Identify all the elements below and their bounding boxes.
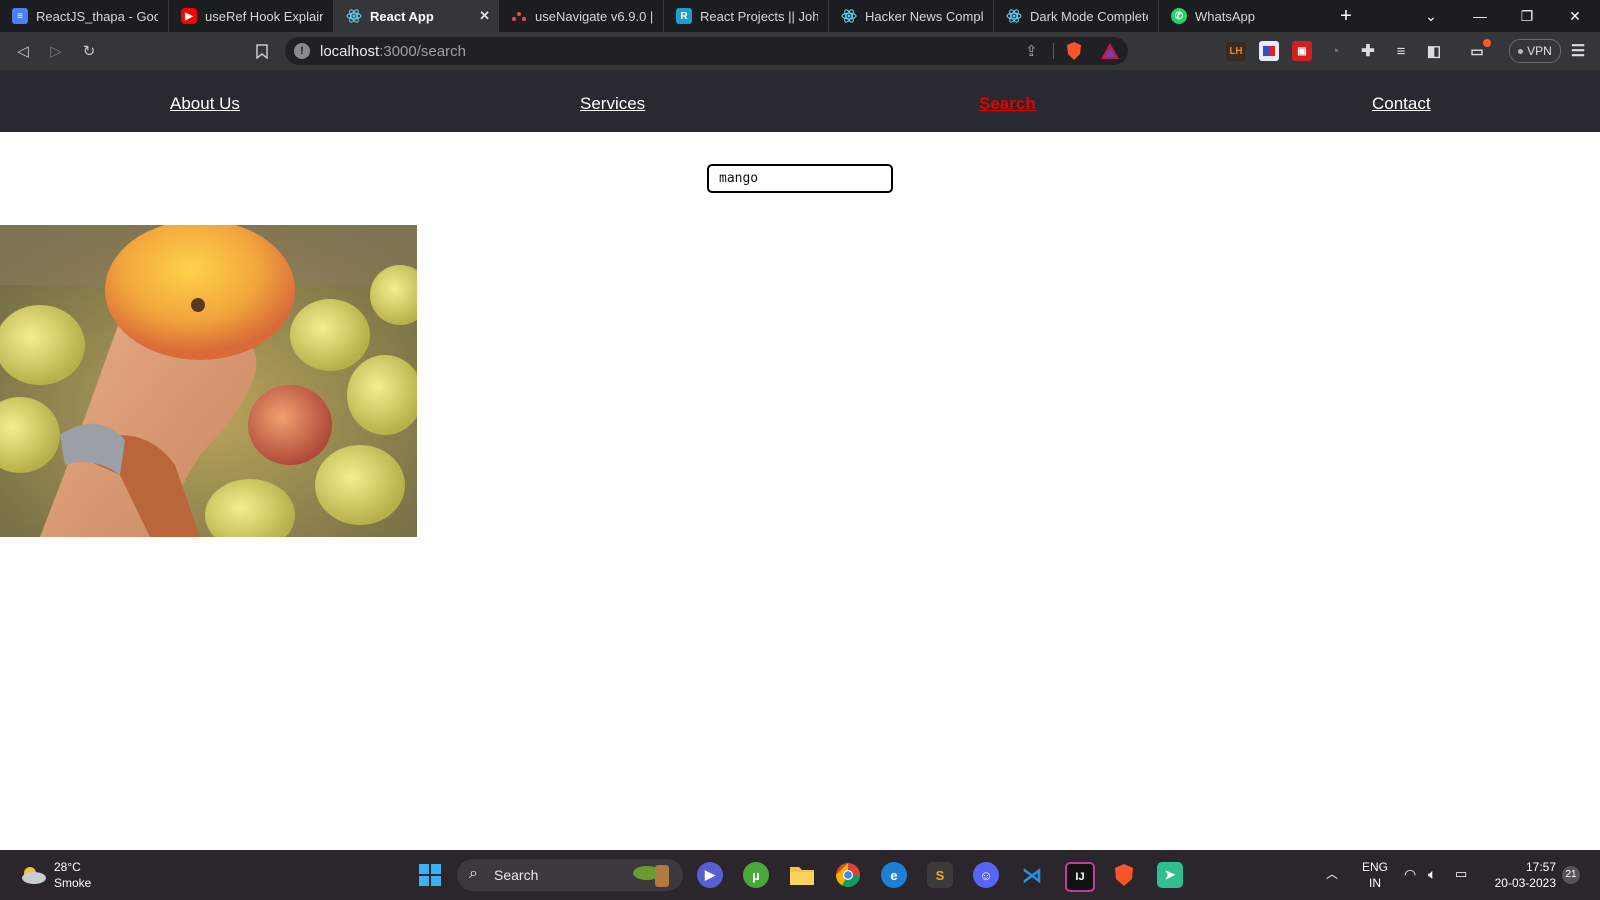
search-highlight-icon: [629, 861, 679, 889]
tab-whatsapp[interactable]: ✆ WhatsApp: [1159, 0, 1324, 32]
wifi-icon[interactable]: ◠: [1404, 866, 1416, 882]
react-router-icon: [511, 8, 527, 24]
brave-shields-icon[interactable]: [1065, 41, 1083, 66]
site-info-icon[interactable]: !: [294, 43, 310, 59]
notification-badge[interactable]: 21: [1562, 866, 1580, 884]
puzzle-extensions-icon[interactable]: ✚: [1358, 41, 1378, 61]
bookmark-icon[interactable]: [252, 41, 272, 61]
volume-icon[interactable]: 🔈︎: [1428, 866, 1436, 882]
nav-link-contact[interactable]: Contact: [1372, 94, 1431, 114]
taskbar-search[interactable]: ⌕ Search: [457, 859, 683, 891]
wallet-icon[interactable]: ▭: [1467, 39, 1491, 61]
tab-title: Hacker News Complete: [865, 8, 983, 24]
language-region: IN: [1369, 876, 1381, 890]
divider: [1053, 43, 1054, 59]
forward-arrow-icon[interactable]: ▷: [46, 41, 66, 61]
tab-title: ReactJS_thapa - Googl: [36, 8, 158, 24]
language-code: ENG: [1362, 860, 1389, 874]
file-explorer-icon[interactable]: [789, 862, 815, 888]
mango-result-image: [0, 225, 417, 537]
discord-icon[interactable]: ☺: [973, 862, 999, 888]
back-arrow-icon[interactable]: ◁: [13, 41, 33, 61]
react-icon: [841, 8, 857, 24]
weather-temperature: 28°C: [54, 860, 81, 874]
tab-react-app[interactable]: React App ✕: [334, 0, 499, 32]
battery-icon[interactable]: ▭: [1455, 866, 1467, 882]
nav-link-about-us[interactable]: About Us: [170, 94, 240, 114]
playlist-icon[interactable]: ≡: [1391, 41, 1411, 61]
windows-start-icon[interactable]: [417, 862, 443, 888]
react-icon: [1006, 8, 1022, 24]
tab-title: React Projects || John S: [700, 8, 818, 24]
taskbar-search-label: Search: [494, 867, 539, 883]
teams-icon[interactable]: ▶: [697, 862, 723, 888]
weather-condition: Smoke: [54, 876, 92, 890]
clock[interactable]: 17:57 20-03-2023: [1488, 859, 1556, 891]
sublime-text-icon[interactable]: S: [927, 862, 953, 888]
google-docs-icon: ≡: [12, 8, 28, 24]
share-icon[interactable]: ⇪: [1025, 42, 1038, 60]
react-icon: [346, 8, 362, 24]
nav-link-services[interactable]: Services: [580, 94, 645, 114]
weather-widget[interactable]: 28°C Smoke: [54, 859, 91, 891]
tab-title: React App: [370, 8, 434, 24]
sidebar-icon[interactable]: ◧: [1424, 41, 1444, 61]
tab-usenavigate[interactable]: useNavigate v6.9.0 | Re: [499, 0, 664, 32]
tab-dark-mode[interactable]: Dark Mode Complete: [994, 0, 1159, 32]
reload-icon[interactable]: ↻: [79, 41, 99, 61]
vscode-icon[interactable]: ⋊: [1019, 862, 1045, 888]
youtube-icon: ▶: [181, 8, 197, 24]
tab-title: WhatsApp: [1195, 8, 1255, 24]
menu-icon[interactable]: ☰: [1568, 41, 1588, 61]
search-icon: ⌕: [469, 865, 478, 882]
tab-search-chevron-icon[interactable]: ⌄: [1408, 0, 1454, 32]
clock-date: 20-03-2023: [1494, 876, 1556, 890]
messaging-app-icon[interactable]: ➤: [1157, 862, 1183, 888]
windows-taskbar: 28°C Smoke ⌕ Search ▶ µ e S ☺ ⋊ IJ ➤ ︿ E…: [0, 850, 1600, 900]
r-icon: R: [676, 8, 692, 24]
close-window-button[interactable]: ✕: [1552, 0, 1598, 32]
show-hidden-icons-chevron-icon[interactable]: ︿: [1326, 866, 1338, 882]
language-indicator[interactable]: ENG IN: [1362, 859, 1388, 891]
edge-icon[interactable]: e: [881, 862, 907, 888]
pdf-extension-icon[interactable]: ▣: [1292, 41, 1312, 61]
new-tab-button[interactable]: +: [1324, 0, 1368, 32]
brave-rewards-icon[interactable]: [1100, 42, 1120, 65]
app-navbar: About Us Services Search Contact: [0, 70, 1600, 132]
utorrent-icon[interactable]: µ: [743, 862, 769, 888]
tab-hacker-news[interactable]: Hacker News Complete: [829, 0, 994, 32]
extension-flag-icon[interactable]: [1259, 41, 1279, 61]
brave-browser-icon[interactable]: [1111, 862, 1137, 888]
tab-reactjs-thapa[interactable]: ≡ ReactJS_thapa - Googl: [0, 0, 169, 32]
chrome-icon[interactable]: [835, 862, 861, 888]
address-url: localhost:3000/search: [320, 43, 466, 60]
tab-title: Dark Mode Complete: [1030, 8, 1148, 24]
close-tab-icon[interactable]: ✕: [479, 8, 490, 24]
timer-extension-icon[interactable]: ◔: [1325, 41, 1345, 61]
tab-useref-hook[interactable]: ▶ useRef Hook Explained: [169, 0, 334, 32]
lighthouse-extension-icon[interactable]: LH: [1226, 41, 1246, 61]
address-bar[interactable]: ! localhost:3000/search ⇪: [285, 37, 1128, 65]
tab-react-projects[interactable]: R React Projects || John S: [664, 0, 829, 32]
search-input[interactable]: [707, 164, 893, 193]
minimize-button[interactable]: —: [1457, 0, 1503, 32]
whatsapp-icon: ✆: [1171, 8, 1187, 24]
weather-cloud-icon[interactable]: [19, 863, 47, 885]
restore-button[interactable]: ❐: [1504, 0, 1550, 32]
vpn-button[interactable]: VPN: [1509, 39, 1561, 63]
tab-title: useRef Hook Explained: [205, 8, 323, 24]
browser-tab-strip: ≡ ReactJS_thapa - Googl ▶ useRef Hook Ex…: [0, 0, 1600, 32]
nav-link-search[interactable]: Search: [979, 94, 1036, 114]
tab-title: useNavigate v6.9.0 | Re: [535, 8, 653, 24]
clock-time: 17:57: [1525, 860, 1556, 874]
intellij-icon[interactable]: IJ: [1065, 862, 1095, 892]
